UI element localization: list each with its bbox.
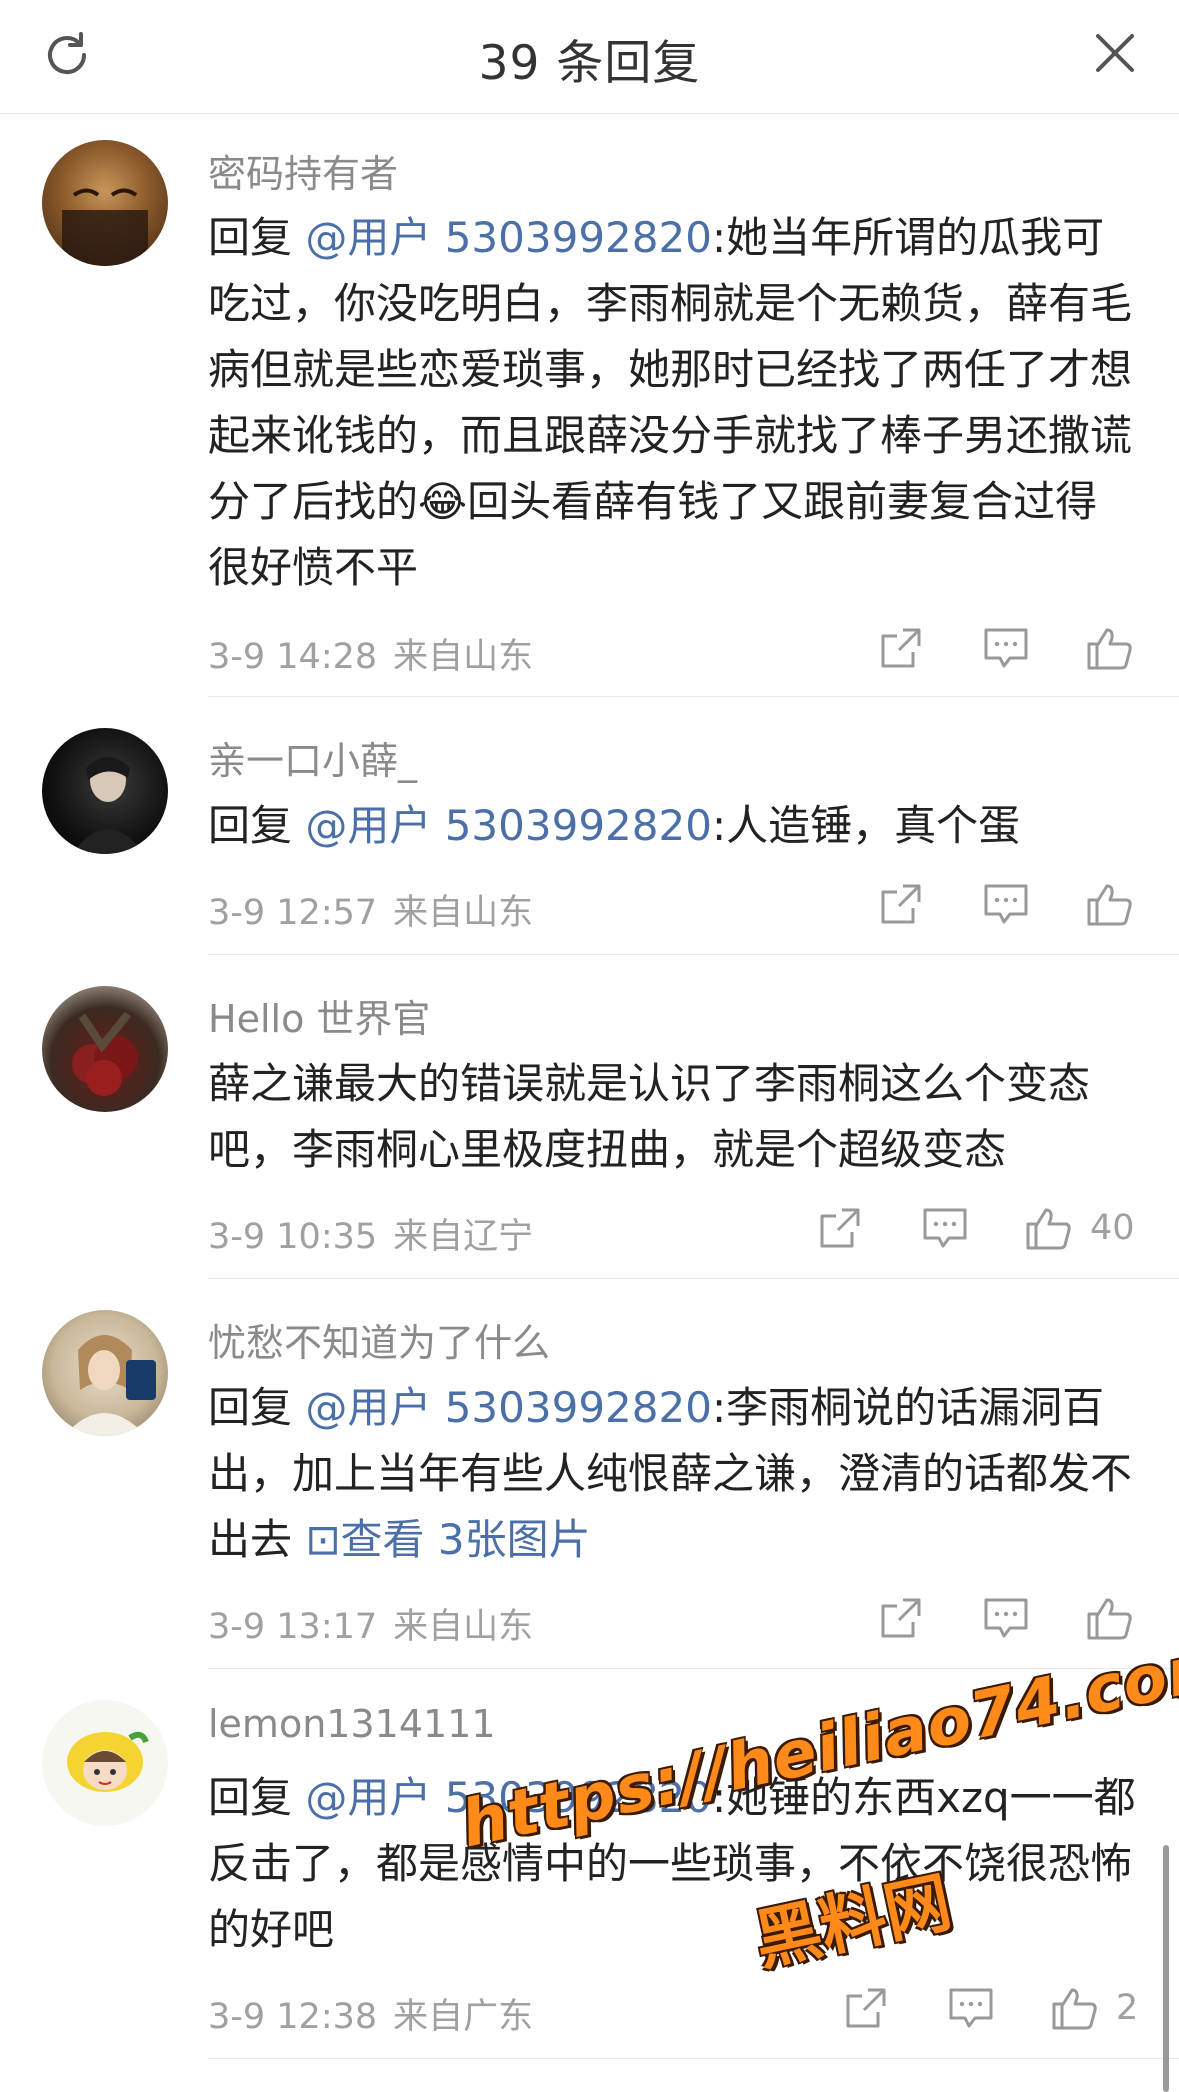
username[interactable]: lemon1314111 xyxy=(208,1702,496,1746)
reply-header: 39 条回复 xyxy=(0,0,1179,114)
page-title: 39 条回复 xyxy=(478,36,701,91)
thumbs-up-icon[interactable] xyxy=(1085,880,1133,928)
close-icon[interactable] xyxy=(1090,28,1140,78)
reply-prefix: 回复 xyxy=(208,213,306,262)
like-count: 2 xyxy=(1116,1988,1139,2028)
view-images-link[interactable]: ⊡查看 3张图片 xyxy=(305,1515,590,1564)
like-count: 40 xyxy=(1090,1208,1135,1248)
comment-date: 3-9 13:17 xyxy=(208,1607,378,1647)
divider xyxy=(208,1668,1179,1669)
thumbs-up-icon[interactable] xyxy=(1024,1204,1072,1252)
comment-text: 回复 @用户 5303992820:人造锤，真个蛋 xyxy=(208,793,1138,859)
comment-text: 薛之谦最大的错误就是认识了李雨桐这么个变态吧，李雨桐心里极度扭曲，就是个超级变态 xyxy=(208,1051,1138,1183)
mention-link[interactable]: @用户 5303992820 xyxy=(305,801,712,850)
avatar[interactable] xyxy=(42,1700,168,1826)
avatar[interactable] xyxy=(42,140,168,266)
comment-meta: 3-9 10:35 来自辽宁 xyxy=(208,1208,533,1259)
share-icon[interactable] xyxy=(877,1594,925,1642)
comment-date: 3-9 14:28 xyxy=(208,637,378,677)
comment-date: 3-9 12:38 xyxy=(208,1997,378,2037)
avatar[interactable] xyxy=(42,728,168,854)
reply-prefix: 回复 xyxy=(208,801,306,850)
comment-icon[interactable] xyxy=(921,1204,969,1252)
reply-prefix: 回复 xyxy=(208,1383,306,1432)
thumbs-up-icon[interactable] xyxy=(1085,624,1133,672)
comment-icon[interactable] xyxy=(982,1594,1030,1642)
comment-meta: 3-9 14:28 来自山东 xyxy=(208,628,533,679)
comment-icon[interactable] xyxy=(982,624,1030,672)
username[interactable]: Hello 世界官 xyxy=(208,988,430,1043)
username[interactable]: 亲一口小薛_ xyxy=(208,730,417,785)
comment-date: 3-9 12:57 xyxy=(208,893,378,933)
comment-date: 3-9 10:35 xyxy=(208,1217,378,1257)
mention-link[interactable]: @用户 5303992820 xyxy=(305,213,712,262)
divider xyxy=(208,696,1179,697)
comment-meta: 3-9 12:57 来自山东 xyxy=(208,884,533,935)
comment-location: 来自辽宁 xyxy=(393,1217,534,1257)
thumbs-up-icon[interactable] xyxy=(1050,1984,1098,2032)
mention-link[interactable]: @用户 5303992820 xyxy=(305,1773,712,1822)
scrollbar[interactable] xyxy=(1163,1845,1169,2092)
avatar[interactable] xyxy=(42,986,168,1112)
comment-body: :她当年所谓的瓜我可吃过，你没吃明白，李雨桐就是个无赖货，薛有毛病但就是些恋爱琐… xyxy=(208,213,1133,592)
share-icon[interactable] xyxy=(877,880,925,928)
comment-icon[interactable] xyxy=(982,880,1030,928)
comment-location: 来自山东 xyxy=(393,637,534,677)
comment-body: 薛之谦最大的错误就是认识了李雨桐这么个变态吧，李雨桐心里极度扭曲，就是个超级变态 xyxy=(208,1059,1091,1174)
mention-link[interactable]: @用户 5303992820 xyxy=(305,1383,712,1432)
share-icon[interactable] xyxy=(816,1204,864,1252)
comment-body: :人造锤，真个蛋 xyxy=(711,801,1021,850)
divider xyxy=(208,954,1179,955)
username[interactable]: 密码持有者 xyxy=(208,143,398,198)
comment-icon[interactable] xyxy=(947,1984,995,2032)
comment-text: 回复 @用户 5303992820:李雨桐说的话漏洞百出，加上当年有些人纯恨薛之… xyxy=(208,1375,1138,1573)
comment-location: 来自广东 xyxy=(393,1997,534,2037)
share-icon[interactable] xyxy=(877,624,925,672)
comment-meta: 3-9 13:17 来自山东 xyxy=(208,1598,533,1649)
divider xyxy=(208,2058,1179,2059)
thumbs-up-icon[interactable] xyxy=(1085,1594,1133,1642)
comment-location: 来自山东 xyxy=(393,1607,534,1647)
avatar[interactable] xyxy=(42,1310,168,1436)
comment-text: 回复 @用户 5303992820:她当年所谓的瓜我可吃过，你没吃明白，李雨桐就… xyxy=(208,205,1138,601)
comment-text: 回复 @用户 5303992820:她锤的东西xzq一一都反击了，都是感情中的一… xyxy=(208,1765,1138,1963)
share-icon[interactable] xyxy=(842,1984,890,2032)
reply-prefix: 回复 xyxy=(208,1773,306,1822)
comment-meta: 3-9 12:38 来自广东 xyxy=(208,1988,533,2039)
comment-location: 来自山东 xyxy=(393,893,534,933)
divider xyxy=(208,1278,1179,1279)
username[interactable]: 忧愁不知道为了什么 xyxy=(208,1312,550,1367)
